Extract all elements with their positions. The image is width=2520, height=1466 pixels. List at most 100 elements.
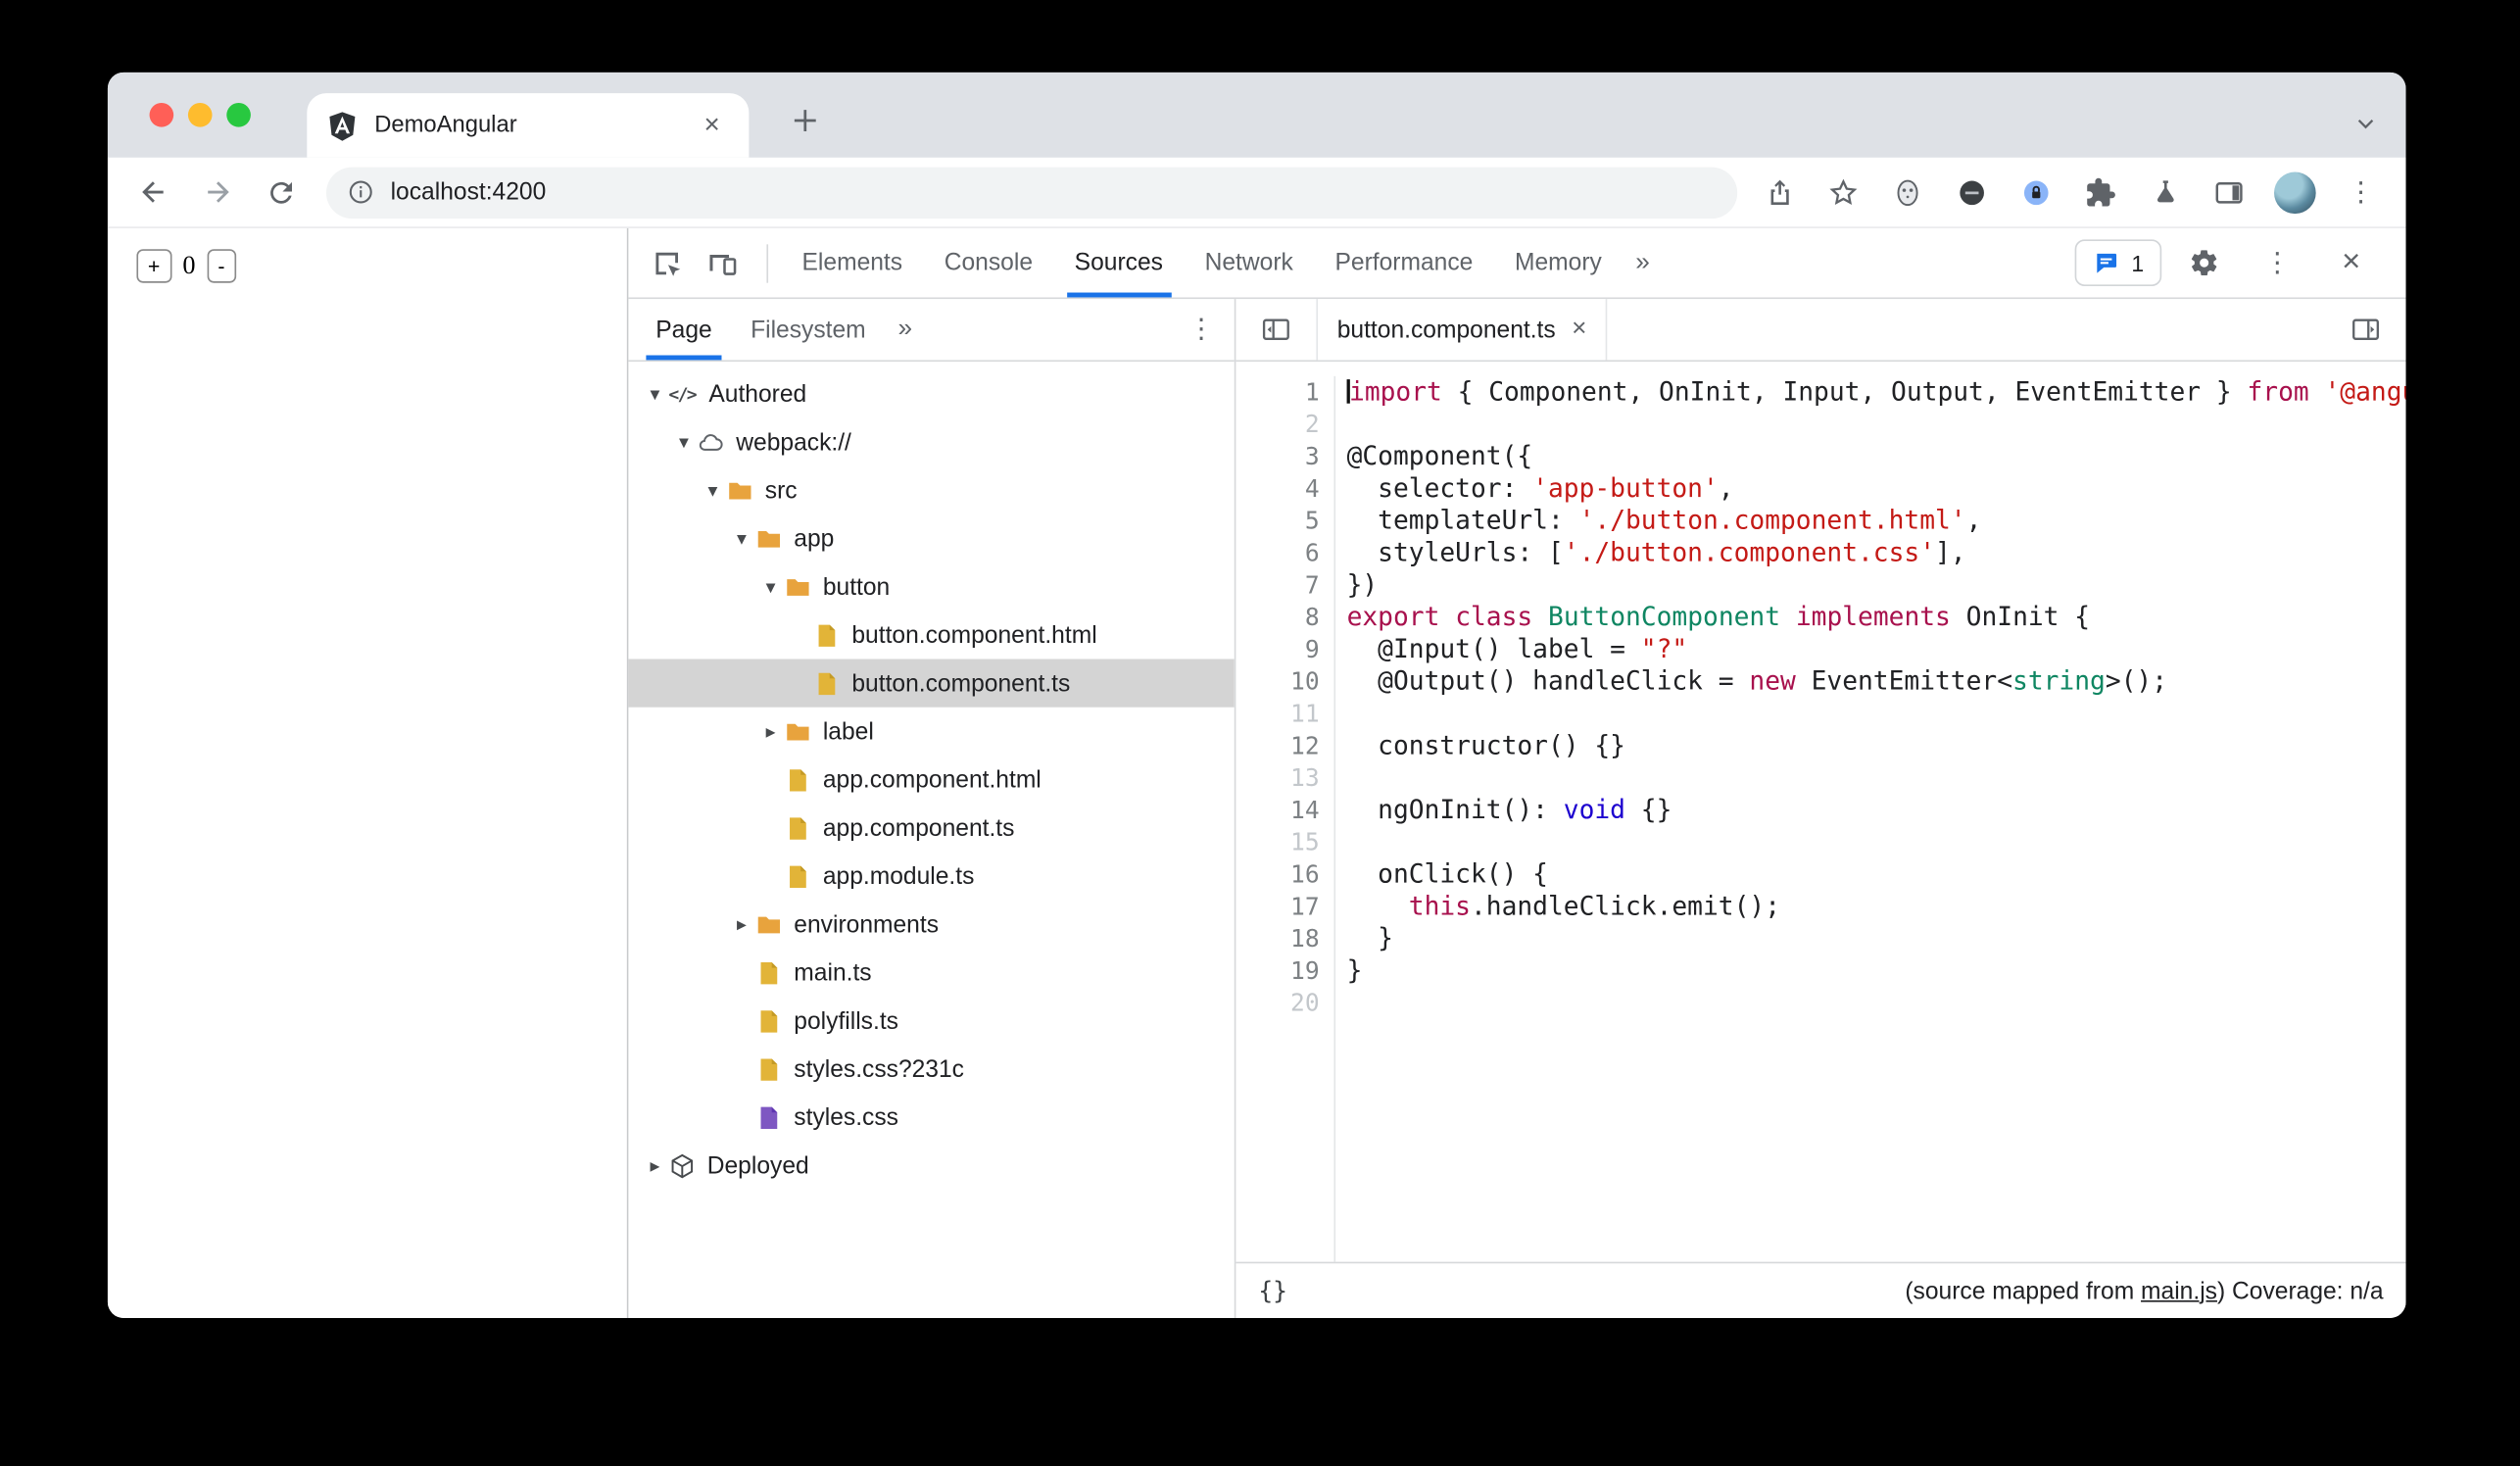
line-number[interactable]: 7 [1305, 569, 1320, 602]
line-number[interactable]: 3 [1305, 440, 1320, 472]
tree-item-app-module-ts[interactable]: app.module.ts [628, 852, 1234, 900]
line-number[interactable]: 12 [1290, 730, 1320, 762]
line-number[interactable]: 10 [1290, 665, 1320, 698]
expander-icon[interactable]: ▾ [728, 527, 755, 550]
experiments-button[interactable] [2146, 172, 2184, 211]
panel-tab-network[interactable]: Network [1184, 228, 1314, 298]
navigator-tab-page[interactable]: Page [637, 299, 732, 361]
devtools-close-button[interactable]: × [2329, 240, 2374, 285]
pretty-print-button[interactable]: {} [1258, 1276, 1287, 1305]
navigator-tab-filesystem[interactable]: Filesystem [731, 299, 885, 360]
share-button[interactable] [1760, 172, 1798, 211]
tree-item-styles-css[interactable]: styles.css [628, 1093, 1234, 1141]
file-tab-close-button[interactable]: × [1572, 315, 1586, 344]
code-editor[interactable]: 1 2 3 4 5 6 7 8 9 10 11 12 13 14 15 16 17 18 19 20 import {… [1236, 362, 2406, 1262]
tree-item-deployed[interactable]: ▸ Deployed [628, 1142, 1234, 1190]
line-number[interactable]: 18 [1290, 923, 1320, 955]
tab-title: DemoAngular [374, 112, 517, 139]
new-tab-button[interactable] [781, 96, 829, 144]
line-number[interactable]: 20 [1290, 987, 1320, 1019]
address-bar[interactable]: localhost:4200 [325, 166, 1738, 219]
tree-item-app-component-ts[interactable]: app.component.ts [628, 804, 1234, 852]
panel-tab-console[interactable]: Console [923, 228, 1053, 298]
increment-button[interactable]: + [136, 249, 171, 283]
tab-search-button[interactable] [2354, 113, 2377, 135]
line-number[interactable]: 14 [1290, 794, 1320, 826]
tree-item-button[interactable]: ▾ button [628, 562, 1234, 611]
browser-menu-button[interactable]: ⋮ [2342, 172, 2380, 211]
line-number[interactable]: 8 [1305, 601, 1320, 633]
device-toolbar-button[interactable] [700, 240, 745, 285]
tab-close-button[interactable]: × [695, 108, 730, 143]
site-info-icon[interactable] [347, 178, 374, 206]
issues-button[interactable]: 1 [2074, 239, 2162, 286]
panel-tab-sources[interactable]: Sources [1053, 228, 1184, 298]
expander-icon[interactable]: ▾ [641, 382, 668, 405]
tree-item-main-ts[interactable]: main.ts [628, 949, 1234, 997]
editor-tab-bar: button.component.ts × [1236, 299, 2406, 363]
bookmark-button[interactable] [1824, 172, 1863, 211]
line-number[interactable]: 6 [1305, 537, 1320, 569]
tree-item-app[interactable]: ▾ app [628, 514, 1234, 562]
line-number[interactable]: 13 [1290, 762, 1320, 795]
tree-item-authored[interactable]: ▾ </> Authored [628, 369, 1234, 417]
editor-file-tab[interactable]: button.component.ts × [1316, 299, 1608, 361]
line-number[interactable]: 15 [1290, 826, 1320, 858]
line-number[interactable]: 1 [1305, 376, 1320, 409]
line-number[interactable]: 17 [1290, 891, 1320, 923]
extension-mask-button[interactable] [1888, 172, 1926, 211]
extension-dark-button[interactable] [1953, 172, 1991, 211]
decrement-button[interactable]: - [206, 249, 237, 283]
devtools-menu-button[interactable]: ⋮ [2254, 240, 2300, 285]
inspect-element-button[interactable] [645, 240, 690, 285]
extensions-button[interactable] [2081, 172, 2119, 211]
browser-tab[interactable]: DemoAngular × [307, 93, 750, 158]
forward-button[interactable] [198, 172, 236, 211]
tree-item-environments[interactable]: ▸ environments [628, 901, 1234, 949]
tree-item-src[interactable]: ▾ src [628, 466, 1234, 514]
expander-icon[interactable]: ▾ [700, 479, 727, 502]
tree-item-button-component-ts[interactable]: button.component.ts [628, 659, 1235, 708]
expander-icon[interactable]: ▸ [757, 720, 785, 743]
status-link[interactable]: main.js [2141, 1277, 2217, 1304]
side-panel-button[interactable] [2209, 172, 2248, 211]
extension-lock-button[interactable] [2017, 172, 2056, 211]
expander-icon[interactable]: ▸ [641, 1154, 668, 1177]
tree-item-label: main.ts [794, 958, 872, 987]
back-button[interactable] [133, 172, 171, 211]
minimize-window-button[interactable] [187, 102, 213, 127]
more-panel-tabs-button[interactable]: » [1623, 248, 1663, 277]
package-icon [671, 1152, 694, 1178]
tree-item-app-component-html[interactable]: app.component.html [628, 756, 1234, 804]
navigator-menu-button[interactable]: ⋮ [1168, 299, 1234, 360]
devtools-settings-button[interactable] [2181, 240, 2226, 285]
profile-avatar[interactable] [2274, 171, 2316, 214]
tree-item-button-component-html[interactable]: button.component.html [628, 611, 1234, 659]
zoom-window-button[interactable] [226, 102, 251, 127]
lock-extension-icon [2020, 176, 2053, 209]
line-number[interactable]: 19 [1290, 954, 1320, 987]
panel-tab-performance[interactable]: Performance [1314, 228, 1494, 298]
line-number[interactable]: 5 [1305, 505, 1320, 537]
toggle-debugger-sidebar-button[interactable] [2339, 299, 2394, 360]
line-number[interactable]: 2 [1305, 409, 1320, 441]
toggle-navigator-button[interactable] [1249, 299, 1304, 360]
line-number[interactable]: 9 [1305, 633, 1320, 665]
more-navigator-tabs-button[interactable]: » [885, 299, 925, 360]
expander-icon[interactable]: ▾ [670, 431, 698, 454]
tree-item-styles-css-231c[interactable]: styles.css?231c [628, 1045, 1234, 1093]
expander-icon[interactable]: ▸ [728, 913, 755, 936]
expander-icon[interactable]: ▾ [757, 575, 785, 598]
line-number[interactable]: 16 [1290, 858, 1320, 891]
tab-strip: DemoAngular × [107, 72, 2406, 158]
line-number[interactable]: 4 [1305, 472, 1320, 505]
line-number[interactable]: 11 [1290, 698, 1320, 730]
panel-tab-elements[interactable]: Elements [781, 228, 923, 298]
reload-icon [266, 176, 298, 209]
tree-item-webpack[interactable]: ▾ webpack:// [628, 417, 1234, 465]
close-window-button[interactable] [149, 102, 174, 127]
tree-item-polyfills-ts[interactable]: polyfills.ts [628, 997, 1234, 1045]
reload-button[interactable] [262, 172, 300, 211]
tree-item-label[interactable]: ▸ label [628, 708, 1234, 756]
panel-tab-memory[interactable]: Memory [1494, 228, 1623, 298]
